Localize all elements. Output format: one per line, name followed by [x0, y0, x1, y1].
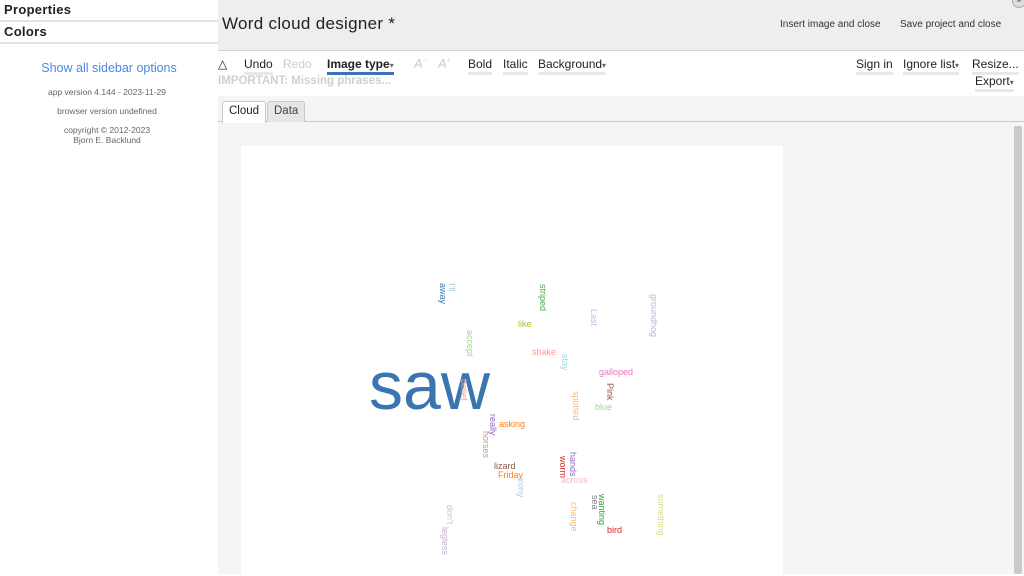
image-type-dropdown[interactable]: Image type▾: [327, 57, 394, 75]
main-panel: Word cloud designer * Insert image and c…: [218, 0, 1024, 576]
ignore-list-dropdown[interactable]: Ignore list▾: [903, 57, 960, 75]
insert-image-and-close-button[interactable]: Insert image and close: [780, 19, 881, 30]
toolbar: △ Undo Redo Image type▾ A− A+ Bold Itali…: [218, 52, 1024, 96]
show-all-sidebar-options-link[interactable]: Show all sidebar options: [0, 61, 218, 75]
ignore-list-label: Ignore list: [903, 57, 956, 71]
warning-icon[interactable]: △: [218, 57, 227, 75]
cloud-word[interactable]: hands: [568, 452, 578, 477]
cloud-word[interactable]: sea: [590, 495, 600, 510]
cloud-word[interactable]: change: [569, 502, 579, 532]
copyright: copyright © 2012-2023: [63, 125, 151, 135]
page-title: Word cloud designer *: [222, 14, 396, 33]
redo-button[interactable]: Redo: [283, 57, 312, 75]
sidebar-section-properties[interactable]: Properties: [0, 0, 218, 22]
cloud-word[interactable]: Pink: [605, 383, 615, 401]
header: Word cloud designer * Insert image and c…: [218, 0, 1024, 51]
increase-font-glyph: A: [438, 56, 447, 71]
word-cloud-canvas[interactable]: saw I'll away striped like Last groundhog accep…: [241, 146, 783, 576]
tab-divider: [218, 121, 1024, 122]
bold-button[interactable]: Bold: [468, 57, 493, 75]
sidebar-section-colors[interactable]: Colors: [0, 22, 218, 44]
tab-cloud[interactable]: Cloud: [222, 101, 267, 123]
cloud-word[interactable]: blue: [595, 403, 612, 412]
cloud-word[interactable]: saw: [369, 352, 490, 420]
export-dropdown[interactable]: Export▾: [975, 74, 1014, 92]
scrollbar[interactable]: [1014, 126, 1022, 574]
chevron-down-icon: ▾: [955, 61, 960, 70]
background-dropdown[interactable]: Background▾: [538, 57, 607, 75]
cloud-word[interactable]: don't: [445, 505, 455, 524]
cloud-word[interactable]: striped: [538, 284, 548, 311]
cloud-word[interactable]: stay: [560, 354, 570, 371]
resize-button[interactable]: Resize...: [972, 57, 1019, 75]
cloud-word[interactable]: belief: [459, 379, 469, 401]
image-type-label: Image type: [327, 57, 390, 71]
cloud-word[interactable]: away: [438, 283, 448, 304]
increase-font-icon[interactable]: A+: [438, 56, 454, 72]
cloud-word[interactable]: something: [656, 494, 666, 536]
chevron-down-icon: ▾: [389, 61, 394, 70]
decrease-font-glyph: A: [414, 56, 423, 71]
browser-version: browser version undefined: [57, 106, 157, 116]
undo-button[interactable]: Undo: [244, 57, 273, 75]
decrease-font-icon[interactable]: A−: [414, 56, 430, 72]
cloud-word[interactable]: irony: [516, 478, 526, 498]
cloud-word[interactable]: like: [518, 320, 532, 329]
cloud-word[interactable]: legless: [440, 527, 450, 555]
cloud-word[interactable]: accept: [465, 330, 475, 357]
cloud-word[interactable]: I'll: [447, 283, 457, 291]
chevron-down-icon: ▾: [602, 61, 607, 70]
sidebar: Properties Colors Show all sidebar optio…: [0, 0, 218, 574]
cloud-word[interactable]: across: [561, 476, 588, 485]
cloud-word[interactable]: asking: [499, 420, 525, 429]
export-label: Export: [975, 74, 1010, 88]
cloud-word[interactable]: bird: [607, 526, 622, 535]
background-label: Background: [538, 57, 603, 71]
cloud-word[interactable]: galloped: [599, 368, 633, 377]
sign-in-button[interactable]: Sign in: [856, 57, 893, 75]
save-project-and-close-button[interactable]: Save project and close: [900, 19, 1001, 30]
menu-icon[interactable]: ≡: [1012, 0, 1024, 8]
cloud-word[interactable]: shake: [532, 348, 556, 357]
tabs-area: Cloud Data saw I'll away striped like Last gro…: [218, 96, 1024, 576]
app-version: app version 4.144 - 2023-11-29: [48, 87, 166, 97]
cloud-word[interactable]: horses: [481, 431, 491, 458]
tab-data[interactable]: Data: [267, 101, 306, 122]
italic-button[interactable]: Italic: [503, 57, 528, 75]
important-missing-phrases-notice[interactable]: IMPORTANT: Missing phrases...: [218, 75, 391, 87]
cloud-word[interactable]: groundhog: [649, 294, 659, 337]
chevron-down-icon: ▾: [1009, 78, 1014, 87]
author: Bjorn E. Backlund: [73, 135, 141, 145]
cloud-word[interactable]: spotted: [571, 391, 581, 421]
cloud-word[interactable]: Last: [589, 309, 599, 326]
